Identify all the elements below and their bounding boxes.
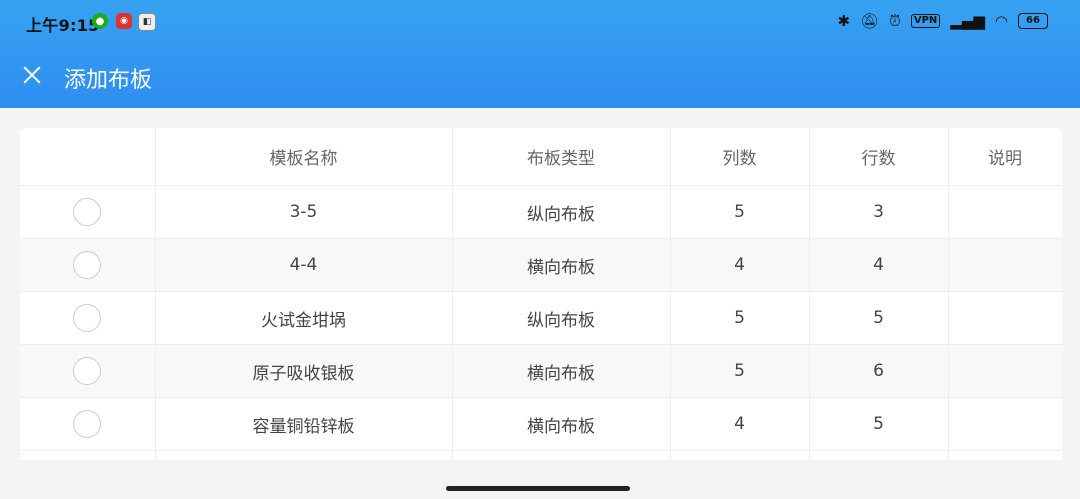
table-row[interactable]: 容量铜铅锌板 横向布板 4 5 — [20, 397, 1062, 451]
table-row-partial — [20, 450, 1062, 460]
cell-cols: 5 — [670, 291, 810, 345]
row-radio[interactable] — [73, 251, 102, 279]
page-title: 添加布板 — [64, 68, 153, 93]
cell-type: 横向布板 — [452, 238, 671, 292]
template-table: 模板名称 布板类型 列数 行数 说明 3-5 纵向布板 5 3 4-4 横向布板… — [20, 128, 1062, 460]
table-row[interactable]: 原子吸收银板 横向布板 5 6 — [20, 344, 1062, 398]
mute-icon: 🔕︎ — [860, 12, 880, 30]
row-radio[interactable] — [73, 304, 102, 332]
bluetooth-icon: ✱ — [837, 12, 851, 30]
column-header-name: 模板名称 — [155, 128, 453, 186]
home-indicator[interactable] — [446, 486, 630, 491]
status-time: 上午9:15 — [26, 16, 100, 35]
table-row[interactable]: 3-5 纵向布板 5 3 — [20, 185, 1062, 239]
column-header-type: 布板类型 — [452, 128, 671, 186]
cell-rows: 5 — [809, 291, 949, 345]
cell-rows: 6 — [809, 344, 949, 398]
cell-cols: 5 — [670, 185, 810, 239]
column-header-desc: 说明 — [948, 128, 1062, 186]
row-radio[interactable] — [73, 198, 102, 226]
signal-icon: ▂▄▆ — [950, 12, 985, 30]
battery-icon: 66 — [1018, 13, 1048, 29]
system-icons: ✱ 🔕︎ ⏰︎ VPN ▂▄▆ ◠ 66 — [838, 12, 1048, 30]
status-bar: 上午9:15 ● ◉ ◧ ✱ 🔕︎ ⏰︎ VPN ▂▄▆ ◠ 66 — [0, 0, 1080, 44]
wifi-icon: ◠ — [994, 12, 1008, 30]
cell-rows: 4 — [809, 238, 949, 292]
app-notification-icon: ◉ — [116, 13, 132, 29]
cell-name: 4-4 — [155, 238, 453, 292]
cell-cols: 4 — [670, 397, 810, 451]
table-row[interactable]: 4-4 横向布板 4 4 — [20, 238, 1062, 292]
table-header-row: 模板名称 布板类型 列数 行数 说明 — [20, 128, 1062, 186]
app-header: 上午9:15 ● ◉ ◧ ✱ 🔕︎ ⏰︎ VPN ▂▄▆ ◠ 66 添加布板 — [0, 0, 1080, 108]
cell-desc — [948, 238, 1062, 292]
cell-name: 容量铜铅锌板 — [155, 397, 453, 451]
vpn-icon: VPN — [910, 14, 941, 28]
cell-desc — [948, 344, 1062, 398]
cell-rows: 5 — [809, 397, 949, 451]
cell-name: 3-5 — [155, 185, 453, 239]
toolbar: 添加布板 — [0, 50, 1080, 106]
cell-rows: 3 — [809, 185, 949, 239]
cell-name: 原子吸收银板 — [155, 344, 453, 398]
cell-desc — [948, 185, 1062, 239]
cell-type: 纵向布板 — [452, 185, 671, 239]
column-header-select — [20, 128, 156, 186]
alarm-icon: ⏰︎ — [889, 12, 901, 30]
close-icon[interactable] — [20, 64, 44, 88]
app-notification-icon-2: ◧ — [138, 13, 156, 31]
row-radio[interactable] — [73, 410, 102, 438]
cell-type: 横向布板 — [452, 344, 671, 398]
cell-cols: 5 — [670, 344, 810, 398]
wechat-notification-icon: ● — [92, 13, 108, 29]
column-header-cols: 列数 — [670, 128, 810, 186]
cell-name: 火试金坩埚 — [155, 291, 453, 345]
cell-type: 纵向布板 — [452, 291, 671, 345]
cell-type: 横向布板 — [452, 397, 671, 451]
template-table-card: 模板名称 布板类型 列数 行数 说明 3-5 纵向布板 5 3 4-4 横向布板… — [20, 128, 1062, 460]
cell-desc — [948, 291, 1062, 345]
table-row[interactable]: 火试金坩埚 纵向布板 5 5 — [20, 291, 1062, 345]
cell-desc — [948, 397, 1062, 451]
column-header-rows: 行数 — [809, 128, 949, 186]
cell-cols: 4 — [670, 238, 810, 292]
row-radio[interactable] — [73, 357, 102, 385]
